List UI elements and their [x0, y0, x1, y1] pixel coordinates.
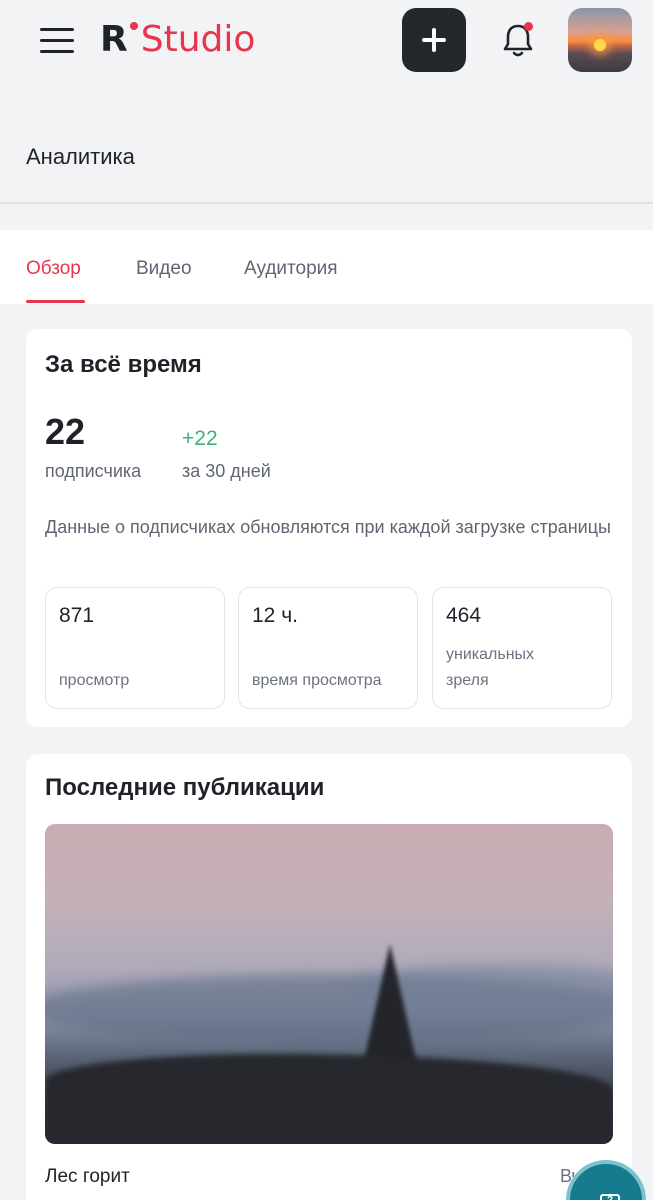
stat-value: 464 — [446, 604, 482, 627]
subscribers-count: 22 — [45, 411, 86, 452]
top-bar: R Studio — [0, 0, 653, 84]
subscribers-note: Данные о подписчиках обновляются при каж… — [45, 517, 611, 537]
avatar[interactable] — [568, 8, 632, 72]
stat-label: уникальных зреля — [446, 646, 535, 689]
stat-card-watch-time: 12 ч. время просмотра — [238, 587, 418, 709]
stat-value: 12 ч. — [252, 604, 298, 627]
subscribers-label: подписчика — [45, 461, 142, 481]
subscribers-delta: +22 — [182, 427, 218, 450]
hamburger-menu-icon[interactable] — [40, 28, 74, 54]
all-time-card: За всё время 22 подписчика +22 за 30 дне… — [26, 329, 632, 727]
page-title: Аналитика — [26, 144, 135, 169]
logo-word: Studio — [140, 19, 256, 60]
tab-audience[interactable]: Аудитория — [244, 258, 338, 280]
page-header: Аналитика — [0, 84, 653, 204]
stat-value: 871 — [59, 604, 95, 627]
stat-label: просмотр — [59, 672, 130, 689]
logo-letter: R — [100, 19, 128, 60]
chat-question-icon: ? — [600, 1194, 620, 1200]
sun-icon — [594, 39, 606, 51]
stat-card-views: 871 просмотр — [45, 587, 225, 709]
stat-card-unique-viewers: 464 уникальных зреля — [432, 587, 612, 709]
stat-label: время просмотра — [252, 672, 382, 689]
card-title: Последние публикации — [45, 774, 325, 801]
create-button[interactable] — [402, 8, 466, 72]
active-tab-indicator — [26, 300, 85, 303]
video-thumbnail[interactable] — [45, 824, 613, 1144]
logo-dot — [129, 22, 138, 30]
delta-period-label: за 30 дней — [182, 461, 271, 481]
card-title: За всё время — [45, 351, 202, 378]
tab-overview[interactable]: Обзор — [26, 258, 81, 280]
publication-title[interactable]: Лес горит — [45, 1166, 130, 1188]
rstudio-logo[interactable]: R Studio — [100, 16, 255, 64]
forest-silhouette — [45, 1054, 613, 1144]
tab-bar: Обзор Видео Аудитория — [0, 230, 653, 304]
tab-video[interactable]: Видео — [136, 258, 192, 280]
latest-publications-card: Последние публикации Лес горит Вче — [26, 754, 632, 1200]
bell-icon[interactable] — [496, 18, 540, 62]
notification-dot — [524, 22, 533, 31]
